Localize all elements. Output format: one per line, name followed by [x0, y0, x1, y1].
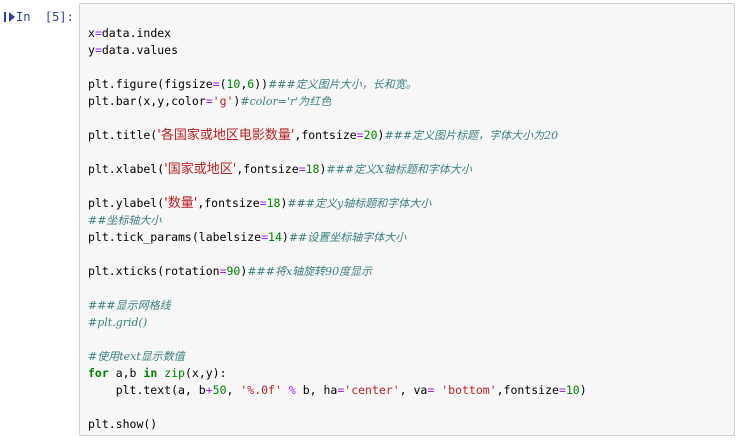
code-text[interactable]: x=data.index y=data.values plt.figure(figs…: [88, 25, 587, 433]
play-icon[interactable]: [9, 12, 15, 22]
code-line-5: plt.bar(x,y,color='g')#color='r'为红色: [88, 94, 332, 108]
prompt-label: In [5]:: [16, 10, 74, 24]
code-line-21: for a,b in zip(x,y):: [88, 366, 227, 380]
code-editor[interactable]: x=data.index y=data.values plt.figure(figs…: [79, 3, 735, 436]
code-line-18: #plt.grid(): [88, 316, 148, 329]
code-line-11: plt.ylabel('数量',fontsize=18)###定义y轴标题和字体…: [88, 196, 432, 211]
run-cell-icon[interactable]: [4, 12, 6, 22]
code-line-4: plt.figure(figsize=(10,6))###定义图片大小，长和宽。: [88, 77, 417, 91]
code-line-15: plt.xticks(rotation=90)###将x轴旋转90度显示: [88, 264, 373, 278]
notebook-code-cell[interactable]: In [5]: x=data.index y=data.values plt.fig…: [0, 0, 737, 444]
code-line-22: plt.text(a, b+50, '%.0f' % b, ha='center…: [88, 383, 587, 397]
code-line-9: plt.xlabel('国家或地区',fontsize=18)###定义X轴标题…: [88, 162, 472, 177]
code-line-12: ##坐标轴大小: [88, 214, 162, 227]
code-line-24: plt.show(): [88, 417, 158, 431]
code-line-7: plt.title('各国家或地区电影数量',fontsize=20)###定义…: [88, 128, 559, 143]
code-line-20: #使用text显示数值: [88, 350, 185, 363]
code-line-13: plt.tick_params(labelsize=14)##设置坐标轴字体大小: [88, 230, 407, 244]
code-line-17: ###显示网格线: [88, 299, 171, 312]
code-line-2: y=data.values: [88, 43, 179, 57]
input-prompt: In [5]:: [4, 10, 74, 24]
code-line-1: x=data.index: [88, 26, 172, 40]
